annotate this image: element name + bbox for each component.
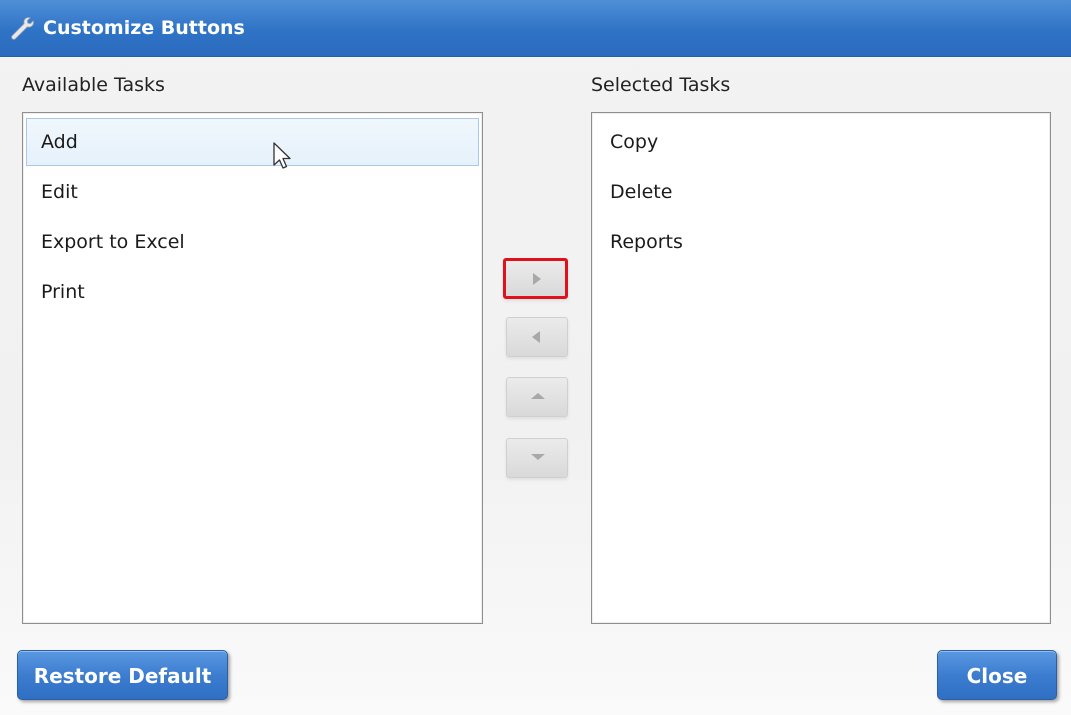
customize-buttons-dialog: Customize Buttons Available Tasks Select… <box>0 0 1071 715</box>
move-down-button[interactable] <box>506 438 568 478</box>
available-tasks-label: Available Tasks <box>22 74 165 96</box>
list-item-edit[interactable]: Edit <box>26 168 479 216</box>
list-item-add[interactable]: Add <box>26 118 479 166</box>
list-item-export-to-excel[interactable]: Export to Excel <box>26 218 479 266</box>
wrench-icon <box>11 17 34 40</box>
list-item-delete[interactable]: Delete <box>595 168 1047 216</box>
selected-tasks-label: Selected Tasks <box>591 74 731 96</box>
list-item-copy[interactable]: Copy <box>595 118 1047 166</box>
triangle-down-icon <box>531 454 545 460</box>
triangle-left-icon <box>532 331 540 343</box>
move-to-available-button[interactable] <box>506 317 568 357</box>
window-title: Customize Buttons <box>43 17 245 39</box>
move-up-button[interactable] <box>506 377 568 417</box>
selected-tasks-list[interactable]: Copy Delete Reports <box>591 112 1051 624</box>
available-tasks-list[interactable]: Add Edit Export to Excel Print <box>22 112 483 624</box>
triangle-up-icon <box>531 393 545 399</box>
close-button[interactable]: Close <box>937 650 1057 700</box>
restore-default-button[interactable]: Restore Default <box>17 650 228 700</box>
triangle-right-icon <box>533 273 541 285</box>
list-item-reports[interactable]: Reports <box>595 218 1047 266</box>
title-bar: Customize Buttons <box>0 0 1071 57</box>
list-item-print[interactable]: Print <box>26 268 479 316</box>
move-to-selected-button[interactable] <box>503 258 568 299</box>
